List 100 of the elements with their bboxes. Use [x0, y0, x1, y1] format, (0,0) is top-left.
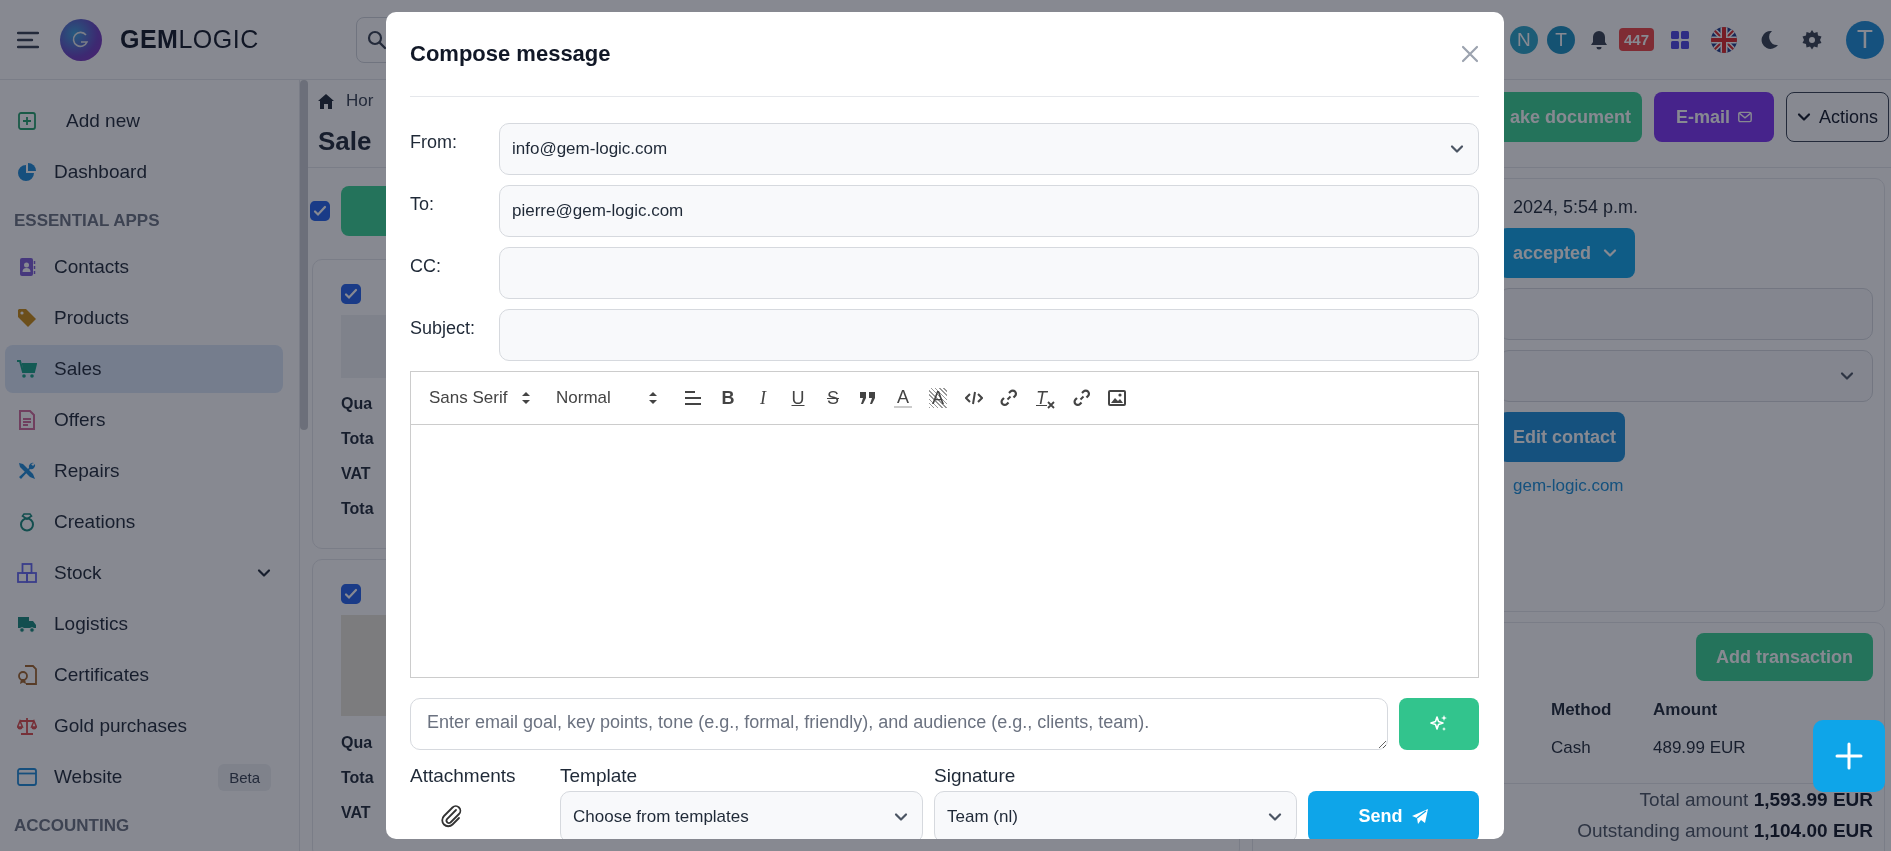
field-label: Qua [341, 733, 373, 753]
email-link[interactable]: gem-logic.com [1513, 476, 1624, 496]
close-icon[interactable] [1461, 45, 1479, 63]
sidebar-item[interactable]: Website Beta [5, 753, 283, 801]
bold-button[interactable]: B [719, 387, 737, 409]
field-label: Tota [341, 768, 374, 788]
checkbox[interactable] [341, 284, 361, 304]
template-label: Template [560, 765, 639, 788]
document-icon [17, 410, 37, 430]
actions-button[interactable]: Actions [1785, 92, 1889, 142]
paper-plane-icon [1410, 807, 1429, 826]
template-dropdown[interactable]: Choose from templates [560, 791, 923, 839]
align-left-icon[interactable] [684, 390, 702, 406]
input-field[interactable]: pierre@gem-logic.com [499, 185, 1479, 237]
format-select[interactable]: Sans Serif [429, 388, 531, 408]
field-label: Tota [341, 499, 374, 519]
attachments-label: Attachments [410, 765, 517, 788]
sidebar-item[interactable]: Creations [5, 498, 283, 546]
sidebar-item[interactable]: Offers [5, 396, 283, 444]
tools-icon [17, 461, 37, 481]
field-label: To: [410, 193, 435, 216]
field-label: Tota [341, 429, 374, 449]
outstanding-amount: Outstanding amount 1,104.00 EUR [1576, 819, 1873, 843]
plus-square-icon [17, 111, 37, 131]
send-button[interactable]: Send [1308, 791, 1479, 839]
checkbox[interactable] [310, 201, 330, 221]
search-icon [366, 29, 387, 50]
underline-button[interactable]: U [789, 387, 807, 409]
link-icon[interactable] [1073, 389, 1091, 407]
section-heading: ESSENTIAL APPS [13, 210, 161, 232]
format-select[interactable]: Normal [556, 388, 658, 408]
sidebar-item[interactable]: Contacts [5, 243, 283, 291]
input-field[interactable] [499, 309, 1479, 361]
table-cell-text: Cash [1551, 737, 1592, 759]
clear-format-button[interactable]: T [1036, 387, 1055, 409]
menu-icon[interactable] [17, 30, 39, 49]
beta-badge: Beta [218, 763, 271, 791]
dialog-title: Compose message [410, 41, 611, 67]
flag-icon[interactable] [1710, 25, 1738, 54]
sidebar-item[interactable]: Add new [5, 97, 283, 145]
grid-icon[interactable] [1670, 29, 1690, 50]
up-down-arrows-icon [521, 390, 531, 406]
background-color-button[interactable]: A [929, 388, 947, 408]
column-header: Method [1551, 699, 1613, 721]
logo-icon [60, 18, 102, 61]
prompt-field[interactable]: Enter email goal, key points, tone (e.g., formal, friendly), and audience (e.g., clients, team). [410, 698, 1388, 750]
user-avatar[interactable]: T [1846, 20, 1884, 59]
home-icon[interactable] [318, 93, 334, 109]
field-label: CC: [410, 255, 442, 278]
date-text: 2024, 5:54 p.m. [1512, 196, 1639, 219]
plus-icon [1834, 741, 1864, 771]
address-book-icon [17, 257, 37, 277]
signature-dropdown[interactable]: Team (nl) [934, 791, 1297, 839]
sidebar-item[interactable]: Products [5, 294, 283, 342]
avatar[interactable]: T [1546, 25, 1575, 54]
field-label: VAT [341, 803, 371, 823]
signature-label: Signature [934, 765, 1017, 788]
field-label: Subject: [410, 317, 477, 340]
up-down-arrows-icon [648, 390, 658, 406]
sidebar-item[interactable]: Gold purchases [5, 702, 283, 750]
sidebar-item[interactable]: Sales [5, 345, 283, 393]
cart-icon [17, 359, 37, 379]
scale-icon [17, 716, 37, 736]
dropdown-field[interactable]: info@gem-logic.com [499, 123, 1479, 175]
checkbox[interactable] [341, 584, 361, 604]
ring-icon [17, 512, 37, 532]
italic-button[interactable]: I [754, 387, 772, 409]
field-label: VAT [341, 464, 371, 484]
notification-badge: 447 [1618, 28, 1654, 51]
envelope-icon [1738, 110, 1752, 124]
link-icon[interactable] [1000, 389, 1018, 407]
page-title: Sale [318, 126, 373, 157]
field-label: Qua [341, 394, 373, 414]
total-amount: Total amount 1,593.99 EUR [1638, 788, 1873, 812]
scrollbar[interactable] [300, 80, 308, 430]
sidebar-item[interactable]: Repairs [5, 447, 283, 495]
cross-icon [1047, 400, 1055, 409]
strikethrough-button[interactable]: S [824, 387, 842, 409]
brand-name: GEMLOGIC [120, 25, 259, 54]
paperclip-icon[interactable] [440, 805, 464, 829]
breadcrumb-link[interactable]: Hor [346, 91, 374, 111]
code-icon[interactable] [965, 391, 983, 405]
settings-icon[interactable] [1802, 29, 1822, 50]
sidebar-item[interactable]: Dashboard [5, 148, 283, 196]
browser-window-icon [17, 767, 37, 787]
tag-icon [17, 308, 37, 328]
bell-icon[interactable] [1588, 28, 1609, 51]
sidebar-item[interactable]: Stock [5, 549, 283, 597]
input-field[interactable] [499, 247, 1479, 299]
boxes-icon [17, 563, 37, 583]
image-icon[interactable] [1108, 390, 1126, 406]
column-header: Amount [1653, 699, 1719, 721]
table-cell-text: 489.99 EUR [1653, 737, 1746, 759]
text-color-button[interactable]: A [894, 388, 912, 408]
sidebar-item[interactable]: Certificates [5, 651, 283, 699]
quote-icon[interactable] [859, 391, 877, 405]
rich-text-editor[interactable]: Sans Serif Normal B I U S A A T [410, 371, 1479, 678]
email-button[interactable]: E-mail [1653, 92, 1774, 142]
sidebar-item[interactable]: Logistics [5, 600, 283, 648]
truck-icon [17, 614, 37, 634]
